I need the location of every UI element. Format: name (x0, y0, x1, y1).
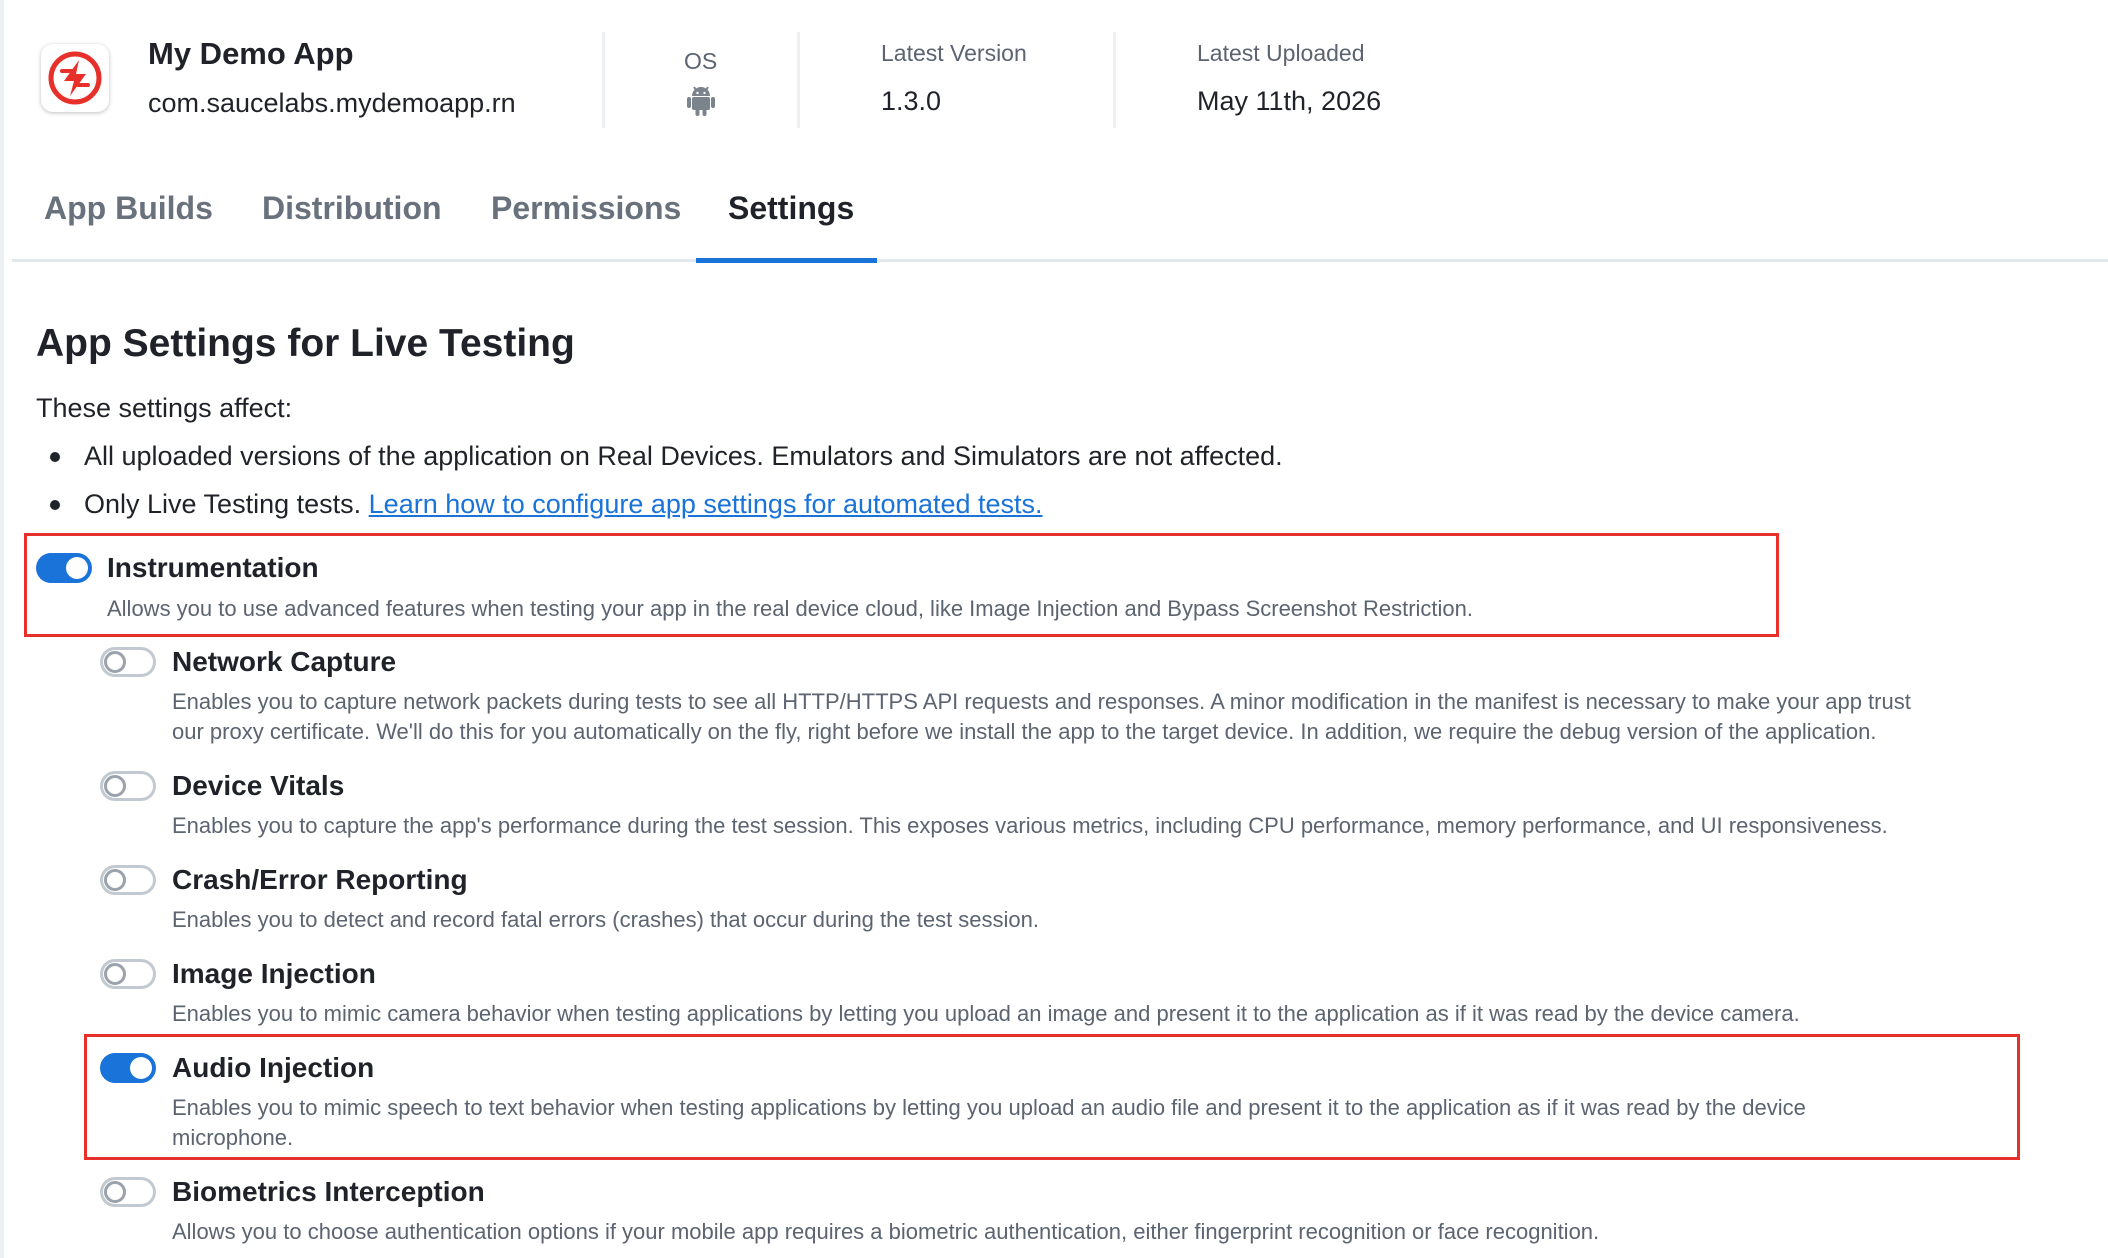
network-capture-description-line-1: Enables you to capture network packets d… (172, 689, 1911, 714)
bullet-real-devices: All uploaded versions of the application… (84, 441, 1283, 471)
settings-intro: These settings affect: (36, 393, 293, 423)
bullet-dot (50, 452, 60, 462)
tab-app-builds[interactable]: App Builds (44, 190, 213, 227)
app-header: My Demo App com.saucelabs.mydemoapp.rn O… (0, 0, 2108, 160)
crash-reporting-description: Enables you to detect and record fatal e… (172, 907, 1040, 932)
configure-settings-link[interactable]: Learn how to configure app settings for … (369, 489, 1043, 519)
header-divider (602, 32, 605, 128)
network-capture-toggle[interactable] (100, 647, 156, 677)
tab-distribution[interactable]: Distribution (262, 190, 442, 227)
active-tab-indicator (696, 258, 877, 263)
instrumentation-description: Allows you to use advanced features when… (107, 596, 1473, 621)
biometrics-interception-toggle[interactable] (100, 1177, 156, 1207)
audio-injection-toggle[interactable] (100, 1053, 156, 1083)
header-divider (1113, 32, 1116, 128)
bullet-live-testing-text: Only Live Testing tests. (84, 489, 362, 519)
android-icon (686, 84, 716, 121)
tab-bar-underline (12, 259, 2108, 262)
bullet-dot (50, 500, 60, 510)
network-capture-description-line-2: our proxy certificate. We'll do this for… (172, 719, 1877, 744)
tab-permissions[interactable]: Permissions (491, 190, 681, 227)
toggle-knob (130, 1057, 152, 1079)
tab-bar: App Builds Distribution Permissions Sett… (12, 160, 2108, 264)
toggle-knob (66, 557, 88, 579)
audio-injection-description-line-2: microphone. (172, 1125, 294, 1150)
latest-uploaded-label: Latest Uploaded (1197, 40, 1365, 66)
toggle-knob (104, 1181, 126, 1203)
os-label: OS (684, 48, 718, 74)
app-package-id: com.saucelabs.mydemoapp.rn (148, 88, 516, 118)
page-title: App Settings for Live Testing (36, 322, 575, 365)
latest-version-label: Latest Version (881, 40, 1027, 66)
toggle-knob (104, 963, 126, 985)
audio-injection-description-line-1: Enables you to mimic speech to text beha… (172, 1095, 1806, 1120)
toggle-knob (104, 775, 126, 797)
latest-version-value: 1.3.0 (881, 86, 942, 116)
bullet-live-testing: Only Live Testing tests. Learn how to co… (84, 489, 1043, 520)
toggle-knob (104, 651, 126, 673)
biometrics-interception-description: Allows you to choose authentication opti… (172, 1219, 1600, 1244)
toggle-knob (104, 869, 126, 891)
image-injection-toggle[interactable] (100, 959, 156, 989)
biometrics-interception-title: Biometrics Interception (172, 1176, 485, 1207)
device-vitals-title: Device Vitals (172, 770, 345, 801)
image-injection-title: Image Injection (172, 958, 376, 989)
image-injection-description: Enables you to mimic camera behavior whe… (172, 1001, 1800, 1026)
left-edge-strip (0, 0, 4, 1258)
network-capture-title: Network Capture (172, 646, 397, 677)
audio-injection-title: Audio Injection (172, 1052, 375, 1083)
crash-reporting-toggle[interactable] (100, 865, 156, 895)
header-divider (797, 32, 800, 128)
crash-reporting-title: Crash/Error Reporting (172, 864, 468, 895)
latest-uploaded-value: May 11th, 2026 (1197, 86, 1382, 116)
device-vitals-description: Enables you to capture the app's perform… (172, 813, 1888, 838)
instrumentation-toggle[interactable] (36, 553, 92, 583)
instrumentation-title: Instrumentation (107, 552, 319, 583)
saucelabs-bolt-icon (41, 44, 109, 112)
app-name: My Demo App (148, 36, 354, 71)
device-vitals-toggle[interactable] (100, 771, 156, 801)
tab-settings[interactable]: Settings (728, 190, 854, 227)
